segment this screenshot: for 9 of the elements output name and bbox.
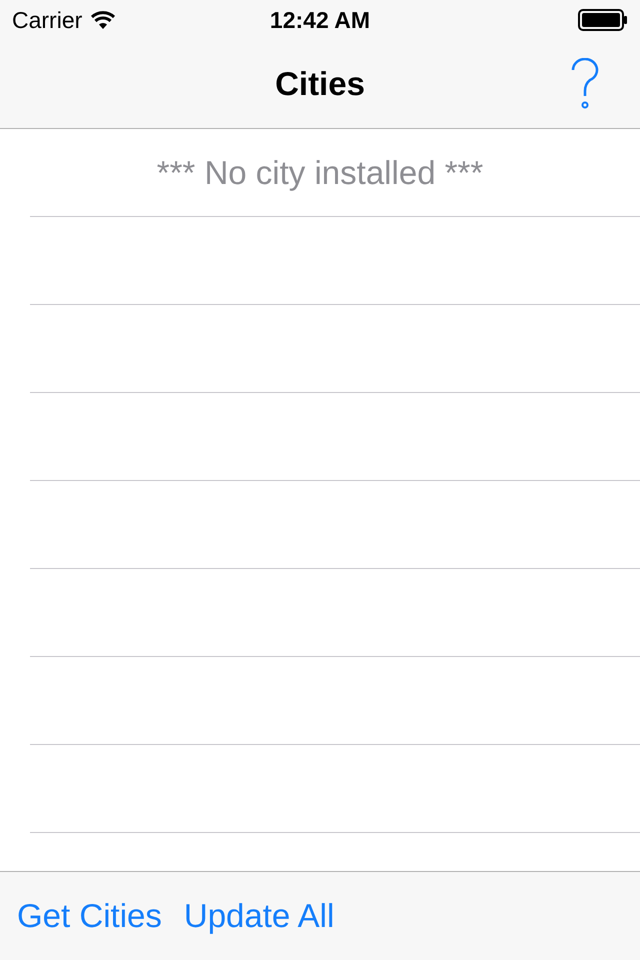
carrier-label: Carrier (12, 6, 82, 35)
toolbar-button[interactable]: Update All (184, 891, 334, 941)
clock-time: 12:42 AM (270, 6, 370, 35)
toolbar-button[interactable]: Get Cities (17, 891, 162, 941)
wifi-icon (90, 10, 116, 30)
nav-title: Cities (275, 64, 365, 104)
battery-icon (578, 9, 628, 31)
help-icon (570, 58, 600, 110)
empty-message: *** No city installed *** (156, 152, 484, 193)
